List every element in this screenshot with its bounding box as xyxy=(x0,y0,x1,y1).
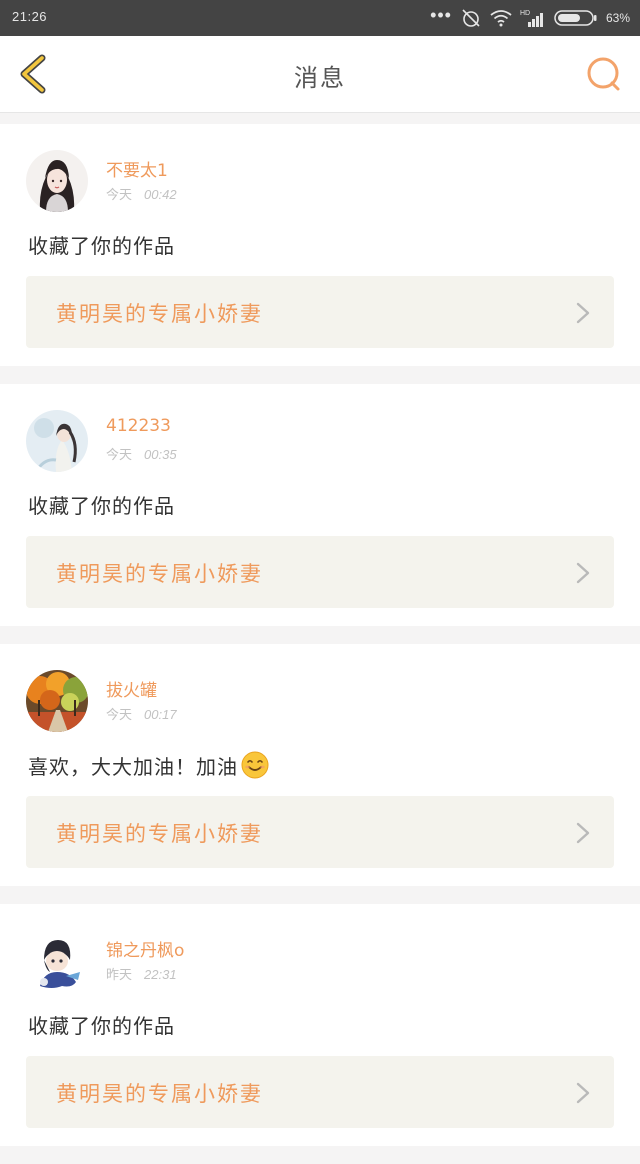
battery-percent: 63% xyxy=(605,11,630,25)
work-title: 黄明昊的专属小娇妻 xyxy=(56,562,263,586)
chevron-right-icon xyxy=(576,302,590,324)
status-icons: ••• HD 63% xyxy=(430,5,630,31)
search-button[interactable] xyxy=(582,52,626,96)
notification-card: 拔火罐 今天 00:17 喜欢，大大加油！加油 黄明昊的专属小娇妻 xyxy=(0,644,640,886)
user-name[interactable]: 412233 xyxy=(106,416,171,436)
notification-message: 收藏了你的作品 xyxy=(28,490,175,519)
notification-card: 锦之丹枫o 昨天 22:31 收藏了你的作品 黄明昊的专属小娇妻 xyxy=(0,904,640,1146)
app-header: 消息 xyxy=(0,36,640,113)
notification-time: 00:35 xyxy=(144,447,177,462)
user-avatar[interactable] xyxy=(26,150,88,212)
battery-icon xyxy=(554,9,598,27)
notification-time: 22:31 xyxy=(144,967,177,982)
notification-card: 412233 今天 00:35 收藏了你的作品 黄明昊的专属小娇妻 xyxy=(0,384,640,626)
work-title: 黄明昊的专属小娇妻 xyxy=(56,822,263,846)
user-name[interactable]: 锦之丹枫o xyxy=(106,936,184,961)
user-name[interactable]: 不要太1 xyxy=(106,156,168,181)
notification-meta: 今天 00:17 xyxy=(106,704,177,723)
notification-message: 收藏了你的作品 xyxy=(28,1010,175,1039)
notification-message: 喜欢，大大加油！加油 xyxy=(28,750,270,780)
notification-time: 00:17 xyxy=(144,707,177,722)
user-avatar[interactable] xyxy=(26,930,88,992)
notification-day: 今天 xyxy=(106,708,133,723)
smile-emoji-icon xyxy=(241,751,269,779)
signal-icon: HD xyxy=(520,8,546,28)
work-link[interactable]: 黄明昊的专属小娇妻 xyxy=(26,276,614,348)
notification-message: 收藏了你的作品 xyxy=(28,230,175,259)
alarm-off-icon xyxy=(460,8,482,28)
message-text: 收藏了你的作品 xyxy=(28,1014,175,1038)
notification-time: 00:42 xyxy=(144,187,177,202)
notification-day: 今天 xyxy=(106,448,133,463)
chevron-right-icon xyxy=(576,562,590,584)
notification-meta: 今天 00:35 xyxy=(106,444,177,463)
notification-card: 不要太1 今天 00:42 收藏了你的作品 黄明昊的专属小娇妻 xyxy=(0,124,640,366)
page-title: 消息 xyxy=(294,64,346,92)
chevron-right-icon xyxy=(576,1082,590,1104)
notification-meta: 昨天 22:31 xyxy=(106,964,177,983)
autumn-trees-avatar-icon xyxy=(26,670,88,732)
message-text: 喜欢，大大加油！加油 xyxy=(28,754,238,779)
work-title: 黄明昊的专属小娇妻 xyxy=(56,1082,263,1106)
wifi-icon xyxy=(490,9,512,27)
status-bar: 21:26 ••• HD 63% xyxy=(0,0,640,36)
message-text: 收藏了你的作品 xyxy=(28,234,175,258)
user-avatar[interactable] xyxy=(26,410,88,472)
cartoon-character-avatar-icon xyxy=(26,930,88,992)
notification-meta: 今天 00:42 xyxy=(106,184,177,203)
network-type-label: HD xyxy=(520,10,530,17)
girl-portrait-avatar-icon xyxy=(26,150,88,212)
girl-illustration-avatar-icon xyxy=(26,410,88,472)
status-time: 21:26 xyxy=(12,9,48,24)
work-link[interactable]: 黄明昊的专属小娇妻 xyxy=(26,796,614,868)
notification-list: 不要太1 今天 00:42 收藏了你的作品 黄明昊的专属小娇妻 412233 今… xyxy=(0,124,640,1164)
notification-day: 今天 xyxy=(106,188,133,203)
user-avatar[interactable] xyxy=(26,670,88,732)
notification-day: 昨天 xyxy=(106,968,133,983)
more-notifications-icon: ••• xyxy=(430,4,452,25)
work-link[interactable]: 黄明昊的专属小娇妻 xyxy=(26,1056,614,1128)
user-name[interactable]: 拔火罐 xyxy=(106,676,157,701)
chevron-right-icon xyxy=(576,822,590,844)
work-title: 黄明昊的专属小娇妻 xyxy=(56,302,263,326)
work-link[interactable]: 黄明昊的专属小娇妻 xyxy=(26,536,614,608)
message-text: 收藏了你的作品 xyxy=(28,494,175,518)
search-icon xyxy=(587,57,620,91)
